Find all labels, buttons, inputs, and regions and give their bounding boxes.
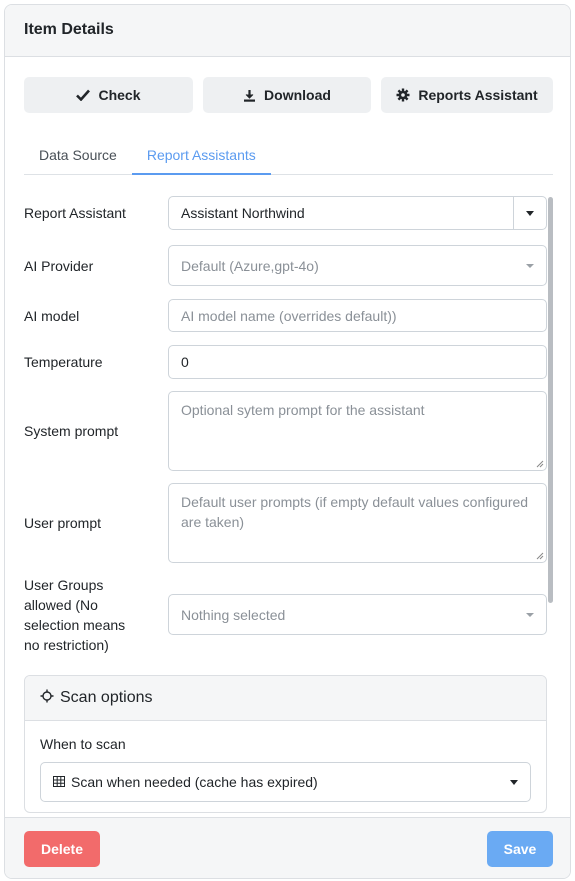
user-groups-select[interactable]: Nothing selected bbox=[168, 594, 547, 635]
cog-icon bbox=[396, 88, 410, 102]
check-icon bbox=[76, 89, 91, 101]
report-assistant-label: Report Assistant bbox=[24, 205, 126, 221]
scan-options-card: Scan options When to scan Scan when need… bbox=[24, 675, 547, 813]
resize-handle-icon[interactable] bbox=[536, 552, 544, 560]
user-groups-value: Nothing selected bbox=[181, 606, 286, 623]
resize-handle-icon[interactable] bbox=[536, 460, 544, 468]
footer: Delete Save bbox=[5, 817, 570, 878]
table-icon bbox=[53, 774, 65, 790]
delete-button[interactable]: Delete bbox=[24, 831, 100, 867]
check-label: Check bbox=[98, 87, 141, 103]
panel-title: Item Details bbox=[5, 5, 570, 57]
user-prompt-placeholder: Default user prompts (if empty default v… bbox=[181, 494, 529, 530]
user-groups-label: User Groups allowed (No selection means … bbox=[24, 577, 126, 653]
reports-assistant-button[interactable]: Reports Assistant bbox=[381, 77, 553, 113]
ai-provider-value: Default (Azure,gpt-4o) bbox=[181, 257, 319, 274]
user-prompt-label: User prompt bbox=[24, 515, 102, 531]
chevron-down-icon bbox=[526, 612, 534, 617]
scan-options-header[interactable]: Scan options bbox=[25, 676, 546, 721]
reports-assistant-label: Reports Assistant bbox=[418, 87, 538, 103]
download-button[interactable]: Download bbox=[203, 77, 371, 113]
tab-data-source[interactable]: Data Source bbox=[24, 137, 132, 175]
check-button[interactable]: Check bbox=[24, 77, 193, 113]
temperature-input[interactable]: 0 bbox=[168, 345, 547, 379]
item-details-panel: Item Details Check Download Reports Assi… bbox=[4, 4, 571, 879]
chevron-down-icon[interactable] bbox=[513, 197, 546, 229]
temperature-label: Temperature bbox=[24, 354, 103, 370]
download-icon bbox=[243, 89, 256, 102]
scrollbar[interactable] bbox=[548, 197, 553, 603]
save-button[interactable]: Save bbox=[487, 831, 553, 867]
system-prompt-textarea[interactable]: Optional sytem prompt for the assistant bbox=[168, 391, 547, 471]
tab-bar: Data Source Report Assistants bbox=[24, 137, 553, 175]
when-to-scan-label: When to scan bbox=[40, 736, 126, 752]
download-label: Download bbox=[264, 87, 331, 103]
chevron-down-icon bbox=[526, 263, 534, 268]
when-to-scan-value: Scan when needed (cache has expired) bbox=[71, 774, 318, 790]
system-prompt-placeholder: Optional sytem prompt for the assistant bbox=[181, 402, 425, 418]
ai-provider-label: AI Provider bbox=[24, 258, 94, 274]
temperature-value: 0 bbox=[181, 354, 189, 370]
user-prompt-textarea[interactable]: Default user prompts (if empty default v… bbox=[168, 483, 547, 563]
sun-icon bbox=[40, 689, 54, 708]
when-to-scan-select[interactable]: Scan when needed (cache has expired) bbox=[40, 762, 531, 802]
system-prompt-label: System prompt bbox=[24, 423, 119, 439]
tab-report-assistants[interactable]: Report Assistants bbox=[131, 137, 271, 175]
ai-model-label: AI model bbox=[24, 308, 80, 324]
ai-provider-select[interactable]: Default (Azure,gpt-4o) bbox=[168, 245, 547, 286]
report-assistant-value: Assistant Northwind bbox=[181, 205, 305, 221]
chevron-down-icon bbox=[510, 779, 518, 785]
ai-model-placeholder: AI model name (overrides default)) bbox=[181, 307, 397, 324]
scan-options-title: Scan options bbox=[60, 689, 153, 706]
ai-model-input[interactable]: AI model name (overrides default)) bbox=[168, 299, 547, 332]
toolbar: Check Download Reports Assistant bbox=[24, 77, 553, 113]
report-assistant-select[interactable]: Assistant Northwind bbox=[168, 196, 547, 230]
